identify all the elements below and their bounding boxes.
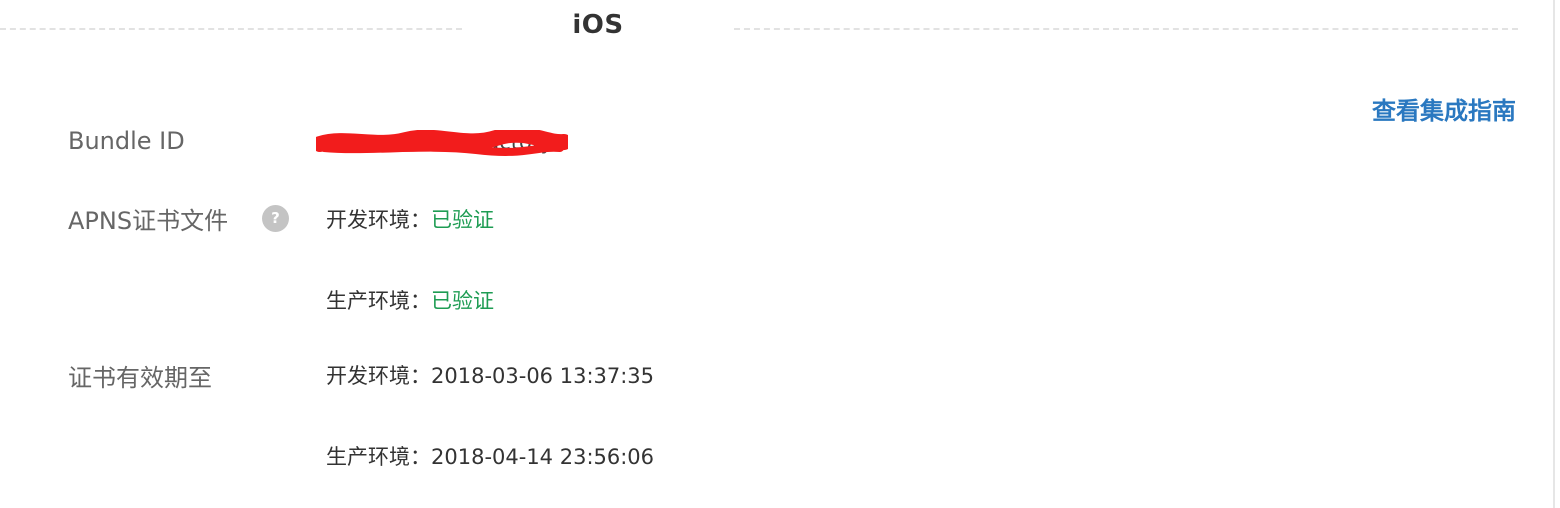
expiry-prod-row: 生产环境：2018-04-14 23:56:06 [326,441,654,471]
section-divider-right [734,28,1518,30]
section-divider-left [0,28,462,30]
expiry-prod-label: 生产环境： [326,445,431,469]
integration-guide-link[interactable]: 查看集成指南 [1372,91,1516,126]
help-icon[interactable]: ? [262,205,289,232]
cert-expiry-label: 证书有效期至 [68,364,212,392]
expiry-prod-value: 2018-04-14 23:56:06 [431,445,655,469]
ios-config-panel: iOS 查看集成指南 Bundle ID charactory APNS证书文件… [0,0,1560,508]
bundle-id-label: Bundle ID [68,127,185,155]
apns-dev-status: 已验证 [431,208,494,232]
expiry-dev-row: 开发环境：2018-03-06 13:37:35 [326,360,654,390]
apns-dev-label: 开发环境： [326,208,431,232]
expiry-dev-value: 2018-03-06 13:37:35 [431,364,655,388]
panel-right-border [1553,0,1555,508]
apns-prod-label: 生产环境： [326,289,431,313]
expiry-dev-label: 开发环境： [326,364,431,388]
redaction-scribble [316,130,568,156]
apns-prod-row: 生产环境：已验证 [326,285,494,315]
apns-cert-label: APNS证书文件 [68,207,229,235]
apns-prod-status: 已验证 [431,289,494,313]
apns-dev-row: 开发环境：已验证 [326,204,494,234]
section-title: iOS [572,10,624,40]
